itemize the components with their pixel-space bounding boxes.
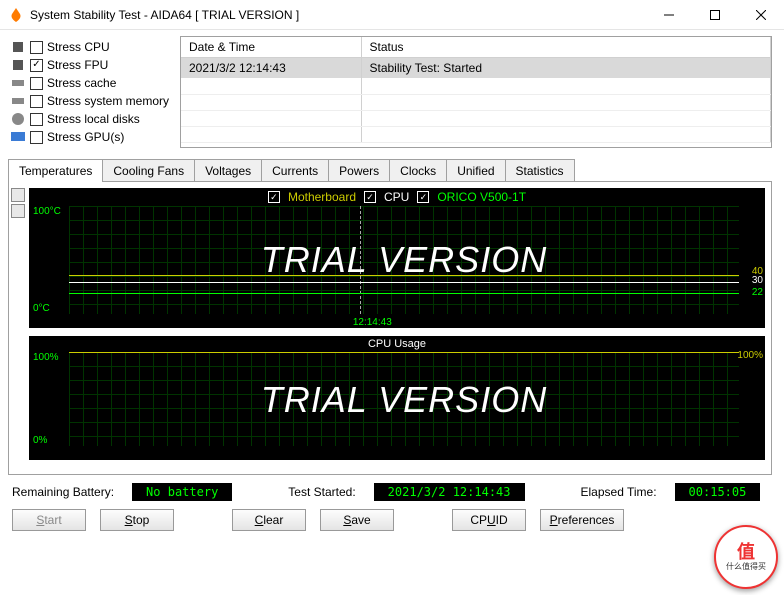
y2-top: 100% (33, 352, 59, 363)
stress-label: Stress cache (47, 76, 116, 90)
battery-value: No battery (132, 483, 232, 501)
graph-side-icons (11, 188, 25, 218)
event-log: Date & Time Status 2021/3/2 12:14:43 Sta… (180, 36, 772, 148)
cpu-usage-graph: CPU Usage 100% 0% 100% TRIAL VERSION (29, 336, 765, 460)
tab-powers[interactable]: Powers (328, 159, 390, 182)
checkbox[interactable] (30, 59, 43, 72)
minimize-button[interactable] (646, 0, 692, 30)
r2-lab: 100% (737, 350, 763, 361)
smzdm-badge: 值 什么值得买 (714, 525, 778, 589)
log-row[interactable]: 2021/3/2 12:14:43 Stability Test: Starte… (181, 58, 771, 79)
button-row: Start Stop Clear Save CPUID Preferences (8, 505, 772, 535)
started-label: Test Started: (288, 485, 355, 499)
close-button[interactable] (738, 0, 784, 30)
x-marker: 12:14:43 (353, 317, 392, 328)
tab-currents[interactable]: Currents (261, 159, 329, 182)
legend-label: ORICO V500-1T (437, 190, 526, 204)
tab-cooling-fans[interactable]: Cooling Fans (102, 159, 195, 182)
y2-bot: 0% (33, 435, 47, 446)
stress-label: Stress system memory (47, 94, 169, 108)
series-value: 22 (752, 287, 763, 298)
checkbox[interactable] (30, 113, 43, 126)
device-icon (10, 57, 26, 73)
stress-label: Stress CPU (47, 40, 110, 54)
device-icon (10, 93, 26, 109)
legend-checkbox[interactable] (417, 191, 429, 203)
device-icon (10, 39, 26, 55)
temperature-graph: Motherboard CPU ORICO V500-1T 100°C 0°C 12… (29, 188, 765, 328)
battery-label: Remaining Battery: (12, 485, 114, 499)
start-button[interactable]: Start (12, 509, 86, 531)
elapsed-label: Elapsed Time: (581, 485, 657, 499)
window-title: System Stability Test - AIDA64 [ TRIAL V… (30, 8, 299, 22)
clear-button[interactable]: Clear (232, 509, 306, 531)
tab-temperatures[interactable]: Temperatures (8, 159, 103, 182)
device-icon (10, 129, 26, 145)
stress-item[interactable]: Stress cache (10, 74, 170, 92)
status-row: Remaining Battery: No battery Test Start… (8, 475, 772, 505)
titlebar: System Stability Test - AIDA64 [ TRIAL V… (0, 0, 784, 30)
stress-label: Stress FPU (47, 58, 108, 72)
tab-bar: TemperaturesCooling FansVoltagesCurrents… (8, 158, 772, 181)
stress-item[interactable]: Stress system memory (10, 92, 170, 110)
legend-label: Motherboard (288, 190, 356, 204)
stress-label: Stress local disks (47, 112, 140, 126)
elapsed-value: 00:15:05 (675, 483, 761, 501)
graph2-title: CPU Usage (29, 336, 765, 350)
legend-checkbox[interactable] (364, 191, 376, 203)
stress-item[interactable]: Stress local disks (10, 110, 170, 128)
checkbox[interactable] (30, 41, 43, 54)
preferences-button[interactable]: Preferences (540, 509, 624, 531)
legend-checkbox[interactable] (268, 191, 280, 203)
log-header-datetime: Date & Time (181, 37, 361, 58)
graph-panel: Motherboard CPU ORICO V500-1T 100°C 0°C 12… (8, 181, 772, 475)
checkbox[interactable] (30, 131, 43, 144)
tab-clocks[interactable]: Clocks (389, 159, 447, 182)
stress-label: Stress GPU(s) (47, 130, 124, 144)
checkbox[interactable] (30, 95, 43, 108)
tab-statistics[interactable]: Statistics (505, 159, 575, 182)
cpuid-button[interactable]: CPUID (452, 509, 526, 531)
app-icon (8, 7, 24, 23)
maximize-button[interactable] (692, 0, 738, 30)
legend-label: CPU (384, 190, 409, 204)
log-header-status: Status (361, 37, 771, 58)
save-button[interactable]: Save (320, 509, 394, 531)
y-bot: 0°C (33, 303, 50, 314)
checkbox[interactable] (30, 77, 43, 90)
started-value: 2021/3/2 12:14:43 (374, 483, 525, 501)
stop-button[interactable]: Stop (100, 509, 174, 531)
stress-item[interactable]: Stress CPU (10, 38, 170, 56)
stress-item[interactable]: Stress FPU (10, 56, 170, 74)
tab-unified[interactable]: Unified (446, 159, 505, 182)
tab-voltages[interactable]: Voltages (194, 159, 262, 182)
series-value: 30 (752, 275, 763, 286)
stress-options: Stress CPU Stress FPU Stress cache Stress s… (8, 36, 170, 148)
y-top: 100°C (33, 206, 61, 217)
stress-item[interactable]: Stress GPU(s) (10, 128, 170, 146)
device-icon (10, 111, 26, 127)
device-icon (10, 75, 26, 91)
